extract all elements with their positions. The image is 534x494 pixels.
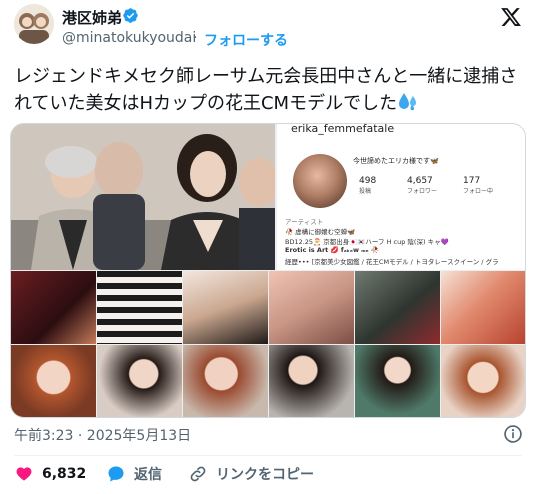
divider [14, 455, 522, 456]
ig-stat-followers: 4,657 フォロワー [407, 176, 437, 195]
thumbnail [441, 345, 525, 417]
tweet-timestamp[interactable]: 午前3:23 · 2025年5月13日 [14, 425, 191, 445]
instagram-profile-panel: erika_femmefatale 今世諦めたエリカ様です🦋 498 投稿 4,6… [277, 124, 525, 270]
ig-stat-following: 177 フォロー中 [463, 176, 493, 195]
thumbnail [97, 271, 182, 344]
x-logo-icon[interactable] [500, 6, 522, 28]
reply-label: 返信 [134, 467, 162, 483]
ig-stat-posts-label: 投稿 [359, 188, 372, 195]
ig-stat-posts: 498 投稿 [359, 176, 376, 195]
media-image[interactable]: erika_femmefatale 今世諦めたエリカ様です🦋 498 投稿 4,6… [10, 123, 526, 418]
copy-link-button[interactable]: リンクをコピー [188, 464, 314, 484]
thumbnail [11, 345, 96, 417]
ig-username: erika_femmefatale [291, 123, 395, 135]
reply-icon [108, 466, 124, 482]
droplets-emoji-icon [397, 90, 419, 120]
reply-button[interactable]: 返信 [106, 464, 162, 484]
photo-top-left [11, 124, 275, 270]
ig-stat-followers-label: フォロワー [407, 188, 438, 195]
thumbnail [355, 271, 440, 344]
thumbnail [97, 345, 182, 417]
tweet-text-body: レジェンドキメセク師レーサム元会長田中さんと一緒に逮捕されていた美女はHカップの… [14, 66, 518, 114]
ig-stat-followers-value: 4,657 [407, 176, 433, 186]
like-button[interactable]: 6,832 [14, 464, 86, 484]
ig-avatar [293, 154, 347, 208]
ig-category: アーティスト [285, 218, 324, 226]
verified-badge-icon [123, 8, 138, 23]
thumbnail [355, 345, 440, 417]
separator-dot: · [193, 30, 198, 46]
thumbnail [269, 345, 354, 417]
avatar[interactable] [14, 4, 54, 44]
ig-bio-line: Erotic is Art 💋 fₐₖₑw ₘₑ 🥀 [285, 246, 380, 254]
thumbnail [269, 271, 354, 344]
ig-stat-following-value: 177 [463, 176, 481, 186]
ig-display-name: 今世諦めたエリカ様です🦋 [353, 157, 439, 165]
heart-icon [16, 467, 32, 481]
thumbnail [11, 271, 96, 344]
author-name[interactable]: 港区姉弟 [62, 7, 122, 28]
thumbnail [441, 271, 525, 344]
ig-bio-line: 🥀 虚構に御嬢む空蝉🦋 [285, 228, 356, 236]
like-count: 6,832 [42, 466, 87, 482]
thumbnail [183, 271, 268, 344]
link-icon [190, 466, 206, 482]
ig-stat-following-label: フォロー中 [463, 188, 494, 195]
follow-button[interactable]: フォローする [204, 30, 288, 50]
info-icon[interactable] [503, 424, 523, 444]
ig-bio-line: 経歴••• [京都美少女図鑑 / 花王CMモデル / トヨタレースクイーン / … [285, 258, 499, 266]
ig-bio-line: BD12.25🎅 京都出身🇯🇵🇰🇷ハーフ H cup 陰(深) キャ💜 [285, 238, 449, 246]
author-handle[interactable]: @minatokukyoudai [62, 30, 196, 46]
ig-stat-posts-value: 498 [359, 176, 377, 186]
copy-link-label: リンクをコピー [216, 467, 314, 483]
tweet-text: レジェンドキメセク師レーサム元会長田中さんと一緒に逮捕されていた美女はHカップの… [14, 64, 522, 120]
thumbnail [183, 345, 268, 417]
